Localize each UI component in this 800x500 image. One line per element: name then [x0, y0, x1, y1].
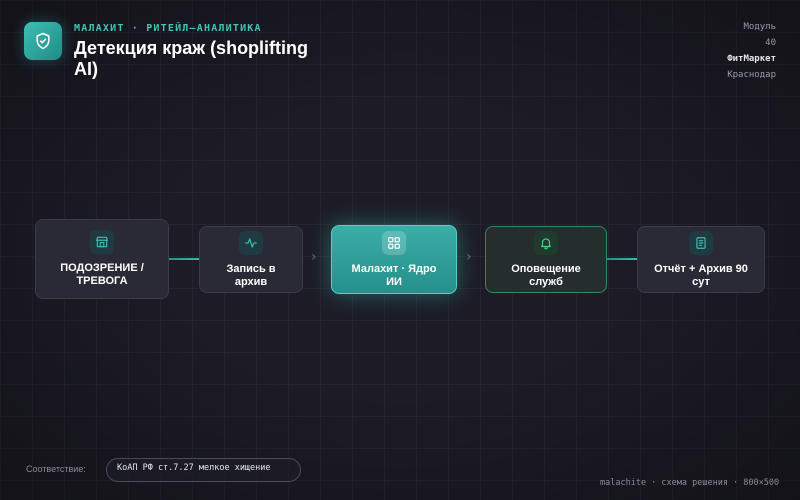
- flow-node-label: Запись в архив: [226, 262, 276, 288]
- pulse-icon: [239, 230, 263, 255]
- grid-icon: [382, 230, 406, 255]
- shield-logo-icon: [24, 22, 62, 60]
- compliance-label: Соответствие:: [26, 464, 86, 474]
- flow-node-label: Отчёт + Архив 90 сут: [654, 262, 748, 288]
- flow-node-archive-record[interactable]: Запись в архив: [199, 226, 303, 293]
- connector-4-5: [607, 258, 637, 260]
- flow-node-report-archive[interactable]: Отчёт + Архив 90 сут: [637, 226, 765, 293]
- connector-1-2: [169, 258, 199, 260]
- compliance-badge: КоАП РФ ст.7.27 мелкое хищение: [106, 458, 301, 482]
- flow-node-ai-core[interactable]: Малахит · Ядро ИИ: [331, 225, 457, 294]
- module-label: Модуль: [743, 22, 776, 32]
- page-title: Детекция краж (shoplifting AI): [74, 38, 309, 79]
- bell-icon: [534, 230, 558, 255]
- chevron-right-icon: ›: [466, 249, 472, 265]
- client-city: Краснодар: [727, 70, 776, 80]
- flow-node-label: Малахит · Ядро ИИ: [351, 262, 437, 288]
- store-icon: [90, 230, 114, 254]
- flow-node-suspicion-alarm[interactable]: ПОДОЗРЕНИЕ / ТРЕВОГА: [35, 219, 169, 299]
- chevron-right-icon: ›: [311, 249, 317, 265]
- footer-caption: malachite · схема решения · 800×500: [600, 478, 780, 488]
- module-number: 40: [765, 38, 776, 48]
- document-icon: [689, 230, 713, 255]
- flow-node-label: ПОДОЗРЕНИЕ / ТРЕВОГА: [60, 262, 144, 287]
- module-meta: Модуль 40 ФитМаркет Краснодар: [727, 19, 776, 83]
- client-name: ФитМаркет: [727, 54, 776, 64]
- brand-eyebrow: МАЛАХИТ · РИТЕЙЛ–АНАЛИТИКА: [74, 23, 262, 34]
- flow-node-services-alert[interactable]: Оповещение служб: [485, 226, 607, 293]
- flow-node-label: Оповещение служб: [511, 262, 581, 288]
